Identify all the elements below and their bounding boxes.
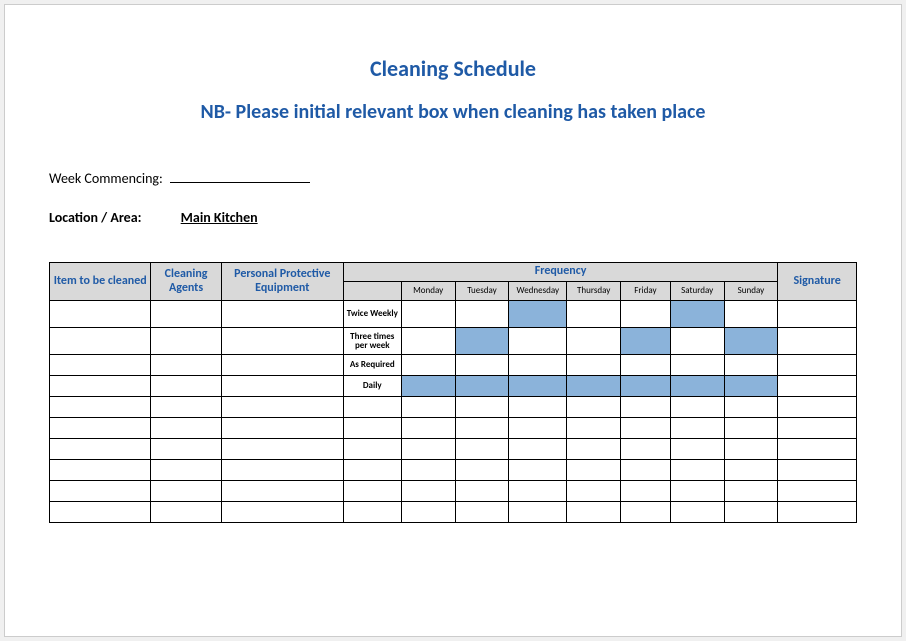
cell-day[interactable] bbox=[455, 301, 509, 328]
cell-day[interactable] bbox=[724, 301, 778, 328]
cell-day[interactable] bbox=[455, 376, 509, 397]
cell-signature[interactable] bbox=[778, 376, 857, 397]
table-row: Twice Weekly bbox=[50, 301, 857, 328]
cell-day[interactable] bbox=[670, 328, 724, 355]
cell-day[interactable] bbox=[621, 355, 671, 376]
cell-item[interactable] bbox=[50, 301, 151, 328]
cell-freq-label: Three times per week bbox=[343, 328, 401, 355]
table-row bbox=[50, 481, 857, 502]
cell-day[interactable] bbox=[567, 376, 621, 397]
cell-freq-label: Twice Weekly bbox=[343, 301, 401, 328]
cell-day[interactable] bbox=[621, 301, 671, 328]
week-commencing-label: Week Commencing: bbox=[49, 170, 163, 187]
table-row bbox=[50, 502, 857, 523]
location-value: Main Kitchen bbox=[181, 209, 258, 226]
col-ppe: Personal Protective Equipment bbox=[221, 263, 343, 301]
week-commencing-field[interactable] bbox=[170, 182, 310, 183]
schedule-table: Item to be cleaned Cleaning Agents Perso… bbox=[49, 262, 857, 523]
cell-item[interactable] bbox=[50, 355, 151, 376]
cell-day[interactable] bbox=[724, 376, 778, 397]
cell-day[interactable] bbox=[509, 355, 567, 376]
cell-day[interactable] bbox=[724, 328, 778, 355]
col-saturday: Saturday bbox=[670, 282, 724, 301]
cell-agents[interactable] bbox=[151, 301, 221, 328]
cell-signature[interactable] bbox=[778, 301, 857, 328]
cell-day[interactable] bbox=[670, 301, 724, 328]
col-friday: Friday bbox=[621, 282, 671, 301]
cell-day[interactable] bbox=[567, 301, 621, 328]
col-frequency: Frequency bbox=[343, 263, 778, 282]
cell-ppe[interactable] bbox=[221, 376, 343, 397]
col-wednesday: Wednesday bbox=[509, 282, 567, 301]
cell-day[interactable] bbox=[670, 376, 724, 397]
col-thursday: Thursday bbox=[567, 282, 621, 301]
cell-day[interactable] bbox=[621, 376, 671, 397]
cell-day[interactable] bbox=[621, 328, 671, 355]
cell-day[interactable] bbox=[567, 328, 621, 355]
cell-agents[interactable] bbox=[151, 376, 221, 397]
cell-day[interactable] bbox=[509, 376, 567, 397]
table-row bbox=[50, 439, 857, 460]
cell-day[interactable] bbox=[509, 301, 567, 328]
cell-item[interactable] bbox=[50, 328, 151, 355]
cell-day[interactable] bbox=[724, 355, 778, 376]
page-subtitle: NB- Please initial relevant box when cle… bbox=[49, 100, 857, 124]
cell-signature[interactable] bbox=[778, 328, 857, 355]
col-sunday: Sunday bbox=[724, 282, 778, 301]
table-row bbox=[50, 418, 857, 439]
cell-agents[interactable] bbox=[151, 355, 221, 376]
header-row-1: Item to be cleaned Cleaning Agents Perso… bbox=[50, 263, 857, 282]
cell-day[interactable] bbox=[401, 376, 455, 397]
cell-ppe[interactable] bbox=[221, 355, 343, 376]
table-row: Three times per week bbox=[50, 328, 857, 355]
cell-day[interactable] bbox=[401, 301, 455, 328]
page-title: Cleaning Schedule bbox=[49, 55, 857, 82]
cell-day[interactable] bbox=[455, 328, 509, 355]
col-signature: Signature bbox=[778, 263, 857, 301]
table-row: Daily bbox=[50, 376, 857, 397]
document-page: Cleaning Schedule NB- Please initial rel… bbox=[4, 4, 902, 637]
cell-day[interactable] bbox=[567, 355, 621, 376]
cell-freq-label: Daily bbox=[343, 376, 401, 397]
location-line: Location / Area: Main Kitchen bbox=[49, 209, 857, 226]
cell-ppe[interactable] bbox=[221, 328, 343, 355]
cell-ppe[interactable] bbox=[221, 301, 343, 328]
cell-day[interactable] bbox=[455, 355, 509, 376]
cell-item[interactable] bbox=[50, 376, 151, 397]
col-item: Item to be cleaned bbox=[50, 263, 151, 301]
col-freq-blank bbox=[343, 282, 401, 301]
cell-signature[interactable] bbox=[778, 355, 857, 376]
cell-day[interactable] bbox=[670, 355, 724, 376]
cell-day[interactable] bbox=[401, 355, 455, 376]
table-row bbox=[50, 460, 857, 481]
col-agents: Cleaning Agents bbox=[151, 263, 221, 301]
table-row bbox=[50, 397, 857, 418]
week-commencing-line: Week Commencing: bbox=[49, 170, 857, 187]
location-label: Location / Area: bbox=[49, 209, 142, 226]
col-monday: Monday bbox=[401, 282, 455, 301]
cell-agents[interactable] bbox=[151, 328, 221, 355]
table-row: As Required bbox=[50, 355, 857, 376]
cell-day[interactable] bbox=[509, 328, 567, 355]
cell-freq-label: As Required bbox=[343, 355, 401, 376]
col-tuesday: Tuesday bbox=[455, 282, 509, 301]
cell-day[interactable] bbox=[401, 328, 455, 355]
